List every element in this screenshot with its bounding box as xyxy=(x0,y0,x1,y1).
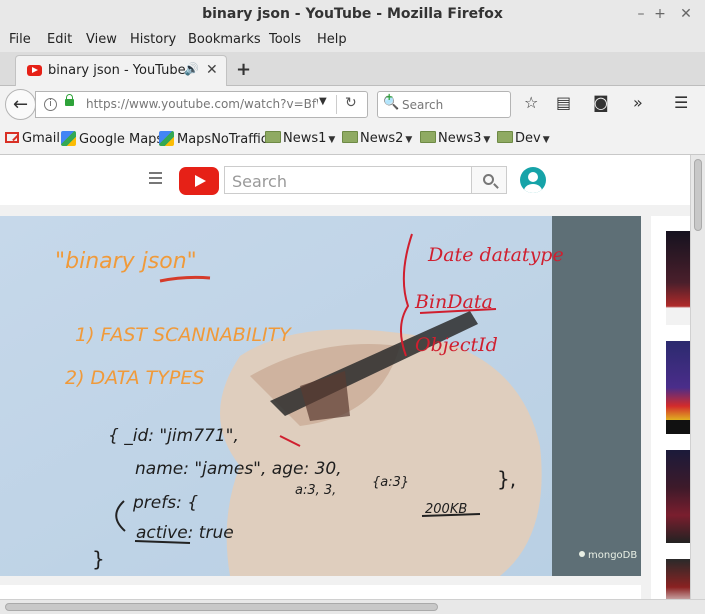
reading-list-icon[interactable]: ▤ xyxy=(556,93,571,112)
url-bar[interactable]: i https://www.youtube.com/watch?v=BfWn ▼… xyxy=(35,91,368,118)
youtube-search-button[interactable] xyxy=(471,166,507,194)
video-type-date: Date datatype xyxy=(427,244,564,266)
maps-icon xyxy=(159,131,174,146)
search-engine-icon[interactable]: 🔍 xyxy=(383,92,399,111)
bookmark-folder-dev[interactable]: Dev ▼ xyxy=(497,131,550,146)
mongodb-leaf-icon xyxy=(579,551,585,557)
menu-bar: File Edit View History Bookmarks Tools H… xyxy=(0,30,705,52)
minimize-button[interactable]: – xyxy=(632,5,650,23)
vertical-scrollbar[interactable] xyxy=(690,155,705,599)
menu-history[interactable]: History xyxy=(130,32,176,47)
svg-text:},: }, xyxy=(497,467,516,491)
search-icon xyxy=(483,174,494,185)
menu-file[interactable]: File xyxy=(9,32,31,47)
youtube-masthead: Search xyxy=(0,155,690,205)
video-watermark: mongoDB xyxy=(588,550,637,561)
search-placeholder: Search xyxy=(402,98,444,112)
video-subtext-2: {a:3} xyxy=(372,475,409,490)
bookmark-google-maps[interactable]: Google Maps xyxy=(61,131,163,147)
hamburger-menu-icon[interactable]: ☰ xyxy=(674,93,688,112)
scrollbar-thumb[interactable] xyxy=(694,159,702,231)
youtube-logo[interactable] xyxy=(179,167,219,195)
video-info-area xyxy=(0,585,641,599)
back-arrow-icon: ← xyxy=(12,94,29,115)
related-video-thumbnail[interactable] xyxy=(666,341,690,434)
new-tab-button[interactable]: + xyxy=(236,59,251,80)
related-video-thumbnail[interactable] xyxy=(666,559,690,599)
folder-icon xyxy=(265,131,281,143)
bookmark-folder-news3[interactable]: News3 ▼ xyxy=(420,131,490,146)
menu-tools[interactable]: Tools xyxy=(269,32,301,47)
menu-edit[interactable]: Edit xyxy=(47,32,72,47)
menu-help[interactable]: Help xyxy=(317,32,347,47)
maximize-button[interactable]: + xyxy=(651,5,669,23)
folder-icon xyxy=(420,131,436,143)
video-type-bindata: BinData xyxy=(414,291,493,313)
youtube-search-placeholder: Search xyxy=(232,172,287,191)
horizontal-scrollbar[interactable] xyxy=(0,599,705,614)
tab-youtube[interactable]: binary json - YouTube 🔊 ✕ xyxy=(15,55,227,86)
page-content: Search "binary json" 1) FAST SCANNABILIT… xyxy=(0,155,705,599)
search-input[interactable]: 🔍 Search xyxy=(377,91,511,118)
avatar[interactable] xyxy=(520,167,546,193)
info-icon[interactable]: i xyxy=(44,98,57,111)
close-tab-icon[interactable]: ✕ xyxy=(206,62,218,78)
url-text[interactable]: https://www.youtube.com/watch?v=BfWn xyxy=(86,97,318,111)
video-heading-text: "binary json" xyxy=(55,249,197,274)
youtube-search-input[interactable]: Search xyxy=(224,166,472,194)
video-code-line-1: { _id: "jim771", xyxy=(108,426,239,446)
video-player[interactable]: "binary json" 1) FAST SCANNABILITY 2) DA… xyxy=(0,216,641,576)
title-bar: binary json - YouTube - Mozilla Firefox … xyxy=(0,0,705,30)
back-button[interactable]: ← xyxy=(5,89,36,120)
tab-title: binary json - YouTube xyxy=(48,63,186,78)
overflow-chevron-icon[interactable]: » xyxy=(633,93,643,112)
video-code-line-2: name: "james", age: 30, xyxy=(135,459,342,479)
url-separator xyxy=(336,95,337,114)
menu-view[interactable]: View xyxy=(86,32,117,47)
guide-menu-icon[interactable] xyxy=(149,172,162,187)
bookmark-gmail[interactable]: Gmail xyxy=(5,131,60,146)
navigation-toolbar: i https://www.youtube.com/watch?v=BfWn ▼… xyxy=(0,86,705,124)
video-frame: "binary json" 1) FAST SCANNABILITY 2) DA… xyxy=(0,216,641,576)
scrollbar-thumb[interactable] xyxy=(5,603,438,611)
pocket-icon[interactable]: ◙ xyxy=(593,93,609,112)
window-title: binary json - YouTube - Mozilla Firefox xyxy=(202,6,503,22)
video-list-item-2: 2) DATA TYPES xyxy=(65,367,204,389)
reload-icon[interactable]: ↻ xyxy=(345,95,357,111)
related-video-thumbnail[interactable] xyxy=(666,450,690,543)
chevron-down-icon[interactable]: ▼ xyxy=(319,96,327,107)
bookmarks-toolbar: Gmail Google Maps MapsNoTraffic News1 ▼ N… xyxy=(0,124,705,155)
bookmark-folder-news2[interactable]: News2 ▼ xyxy=(342,131,412,146)
video-list-item-1: 1) FAST SCANNABILITY xyxy=(75,324,292,346)
close-window-button[interactable]: ✕ xyxy=(677,5,695,23)
bookmark-folder-news1[interactable]: News1 ▼ xyxy=(265,131,335,146)
video-code-line-5: } xyxy=(92,547,105,571)
video-subtext-3: 200KB xyxy=(425,502,467,517)
tab-bar: binary json - YouTube 🔊 ✕ + xyxy=(0,52,705,86)
related-videos-sidebar xyxy=(651,216,690,599)
video-subtext-1: a:3, 3, xyxy=(295,483,336,498)
folder-icon xyxy=(342,131,358,143)
folder-icon xyxy=(497,131,513,143)
video-type-objectid: ObjectId xyxy=(415,334,498,356)
bookmark-star-icon[interactable]: ☆ xyxy=(524,93,538,112)
lock-icon xyxy=(65,94,74,106)
speaker-icon[interactable]: 🔊 xyxy=(184,62,199,76)
gmail-icon xyxy=(5,132,19,143)
maps-icon xyxy=(61,131,76,146)
menu-bookmarks[interactable]: Bookmarks xyxy=(188,32,261,47)
video-code-line-3: prefs: { xyxy=(132,493,198,513)
bookmark-maps-no-traffic[interactable]: MapsNoTraffic xyxy=(159,131,268,147)
video-code-line-4: active: true xyxy=(136,523,234,543)
youtube-favicon-icon xyxy=(27,65,42,76)
related-video-thumbnail[interactable] xyxy=(666,231,690,325)
